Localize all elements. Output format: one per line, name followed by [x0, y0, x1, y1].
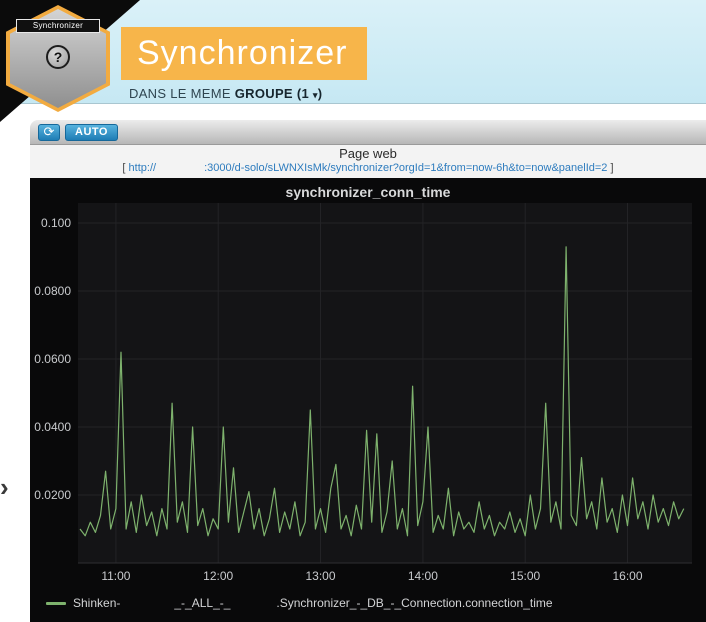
pageweb-url[interactable]: http:// :3000/d-solo/sLWNXIsMk/synchroniz…: [129, 162, 608, 174]
legend-line-sample-icon: [46, 602, 66, 605]
svg-text:15:00: 15:00: [510, 569, 540, 583]
panel-toolbar: ⟳ AUTO: [30, 120, 706, 145]
group-selector-dropdown[interactable]: GROUPE (1 ▾): [235, 86, 323, 101]
hexagon-badge[interactable]: Synchronizer ?: [6, 5, 110, 112]
hexagon-badge-label: Synchronizer: [16, 19, 100, 33]
svg-text:12:00: 12:00: [203, 569, 233, 583]
pageweb-title: Page web: [30, 146, 706, 161]
legend-segment-3: .Synchronizer_-_DB_-_Connection.connecti…: [276, 596, 552, 610]
legend-segment-2: _-_ALL_-_: [174, 596, 230, 610]
url-bracket-close: ]: [607, 162, 613, 174]
group-selector-prefix: DANS LE MEME: [129, 86, 235, 101]
url-prefix: http://: [129, 162, 157, 174]
panel-expand-chevron-icon[interactable]: ›: [0, 474, 9, 500]
svg-text:0.0600: 0.0600: [34, 352, 71, 366]
svg-text:0.0800: 0.0800: [34, 284, 71, 298]
question-icon[interactable]: ?: [46, 45, 70, 69]
chart-title: synchronizer_conn_time: [30, 184, 706, 200]
url-tail: :3000/d-solo/sLWNXIsMk/synchronizer?orgI…: [204, 162, 607, 174]
svg-text:14:00: 14:00: [408, 569, 438, 583]
refresh-icon: ⟳: [44, 125, 55, 139]
svg-text:0.0200: 0.0200: [34, 488, 71, 502]
legend-item[interactable]: Shinken- _-_ALL_-_ .Synchronizer_-_DB_-_…: [46, 596, 553, 610]
group-selector-line: DANS LE MEME GROUPE (1 ▾): [129, 86, 322, 101]
svg-text:11:00: 11:00: [101, 569, 130, 583]
svg-text:13:00: 13:00: [305, 569, 335, 583]
svg-text:16:00: 16:00: [612, 569, 642, 583]
timeseries-svg[interactable]: 11:00 12:00 13:00 14:00 15:00 16:00 0.100 0.080…: [30, 178, 706, 622]
svg-text:0.100: 0.100: [41, 216, 71, 230]
page-title: Synchronizer: [121, 27, 367, 80]
group-selector-label: GROUPE (1: [235, 86, 309, 101]
refresh-button[interactable]: ⟳: [38, 124, 60, 141]
svg-text:0.0400: 0.0400: [34, 420, 71, 434]
pageweb-strip: Page web [ http://:3000/d-solo/sLWNXIsMk…: [30, 145, 706, 178]
group-selector-suffix: ): [318, 86, 323, 101]
grafana-graph-panel: synchronizer_conn_time 11:00 12:00 13:00 14…: [30, 178, 706, 622]
pageweb-url-line: [ http://:3000/d-solo/sLWNXIsMk/synchron…: [30, 161, 706, 175]
legend-segment-1: Shinken-: [73, 596, 120, 610]
auto-refresh-button[interactable]: AUTO: [65, 124, 118, 141]
web-panel: ⟳ AUTO Page web [ http://:3000/d-solo/sL…: [30, 120, 706, 622]
